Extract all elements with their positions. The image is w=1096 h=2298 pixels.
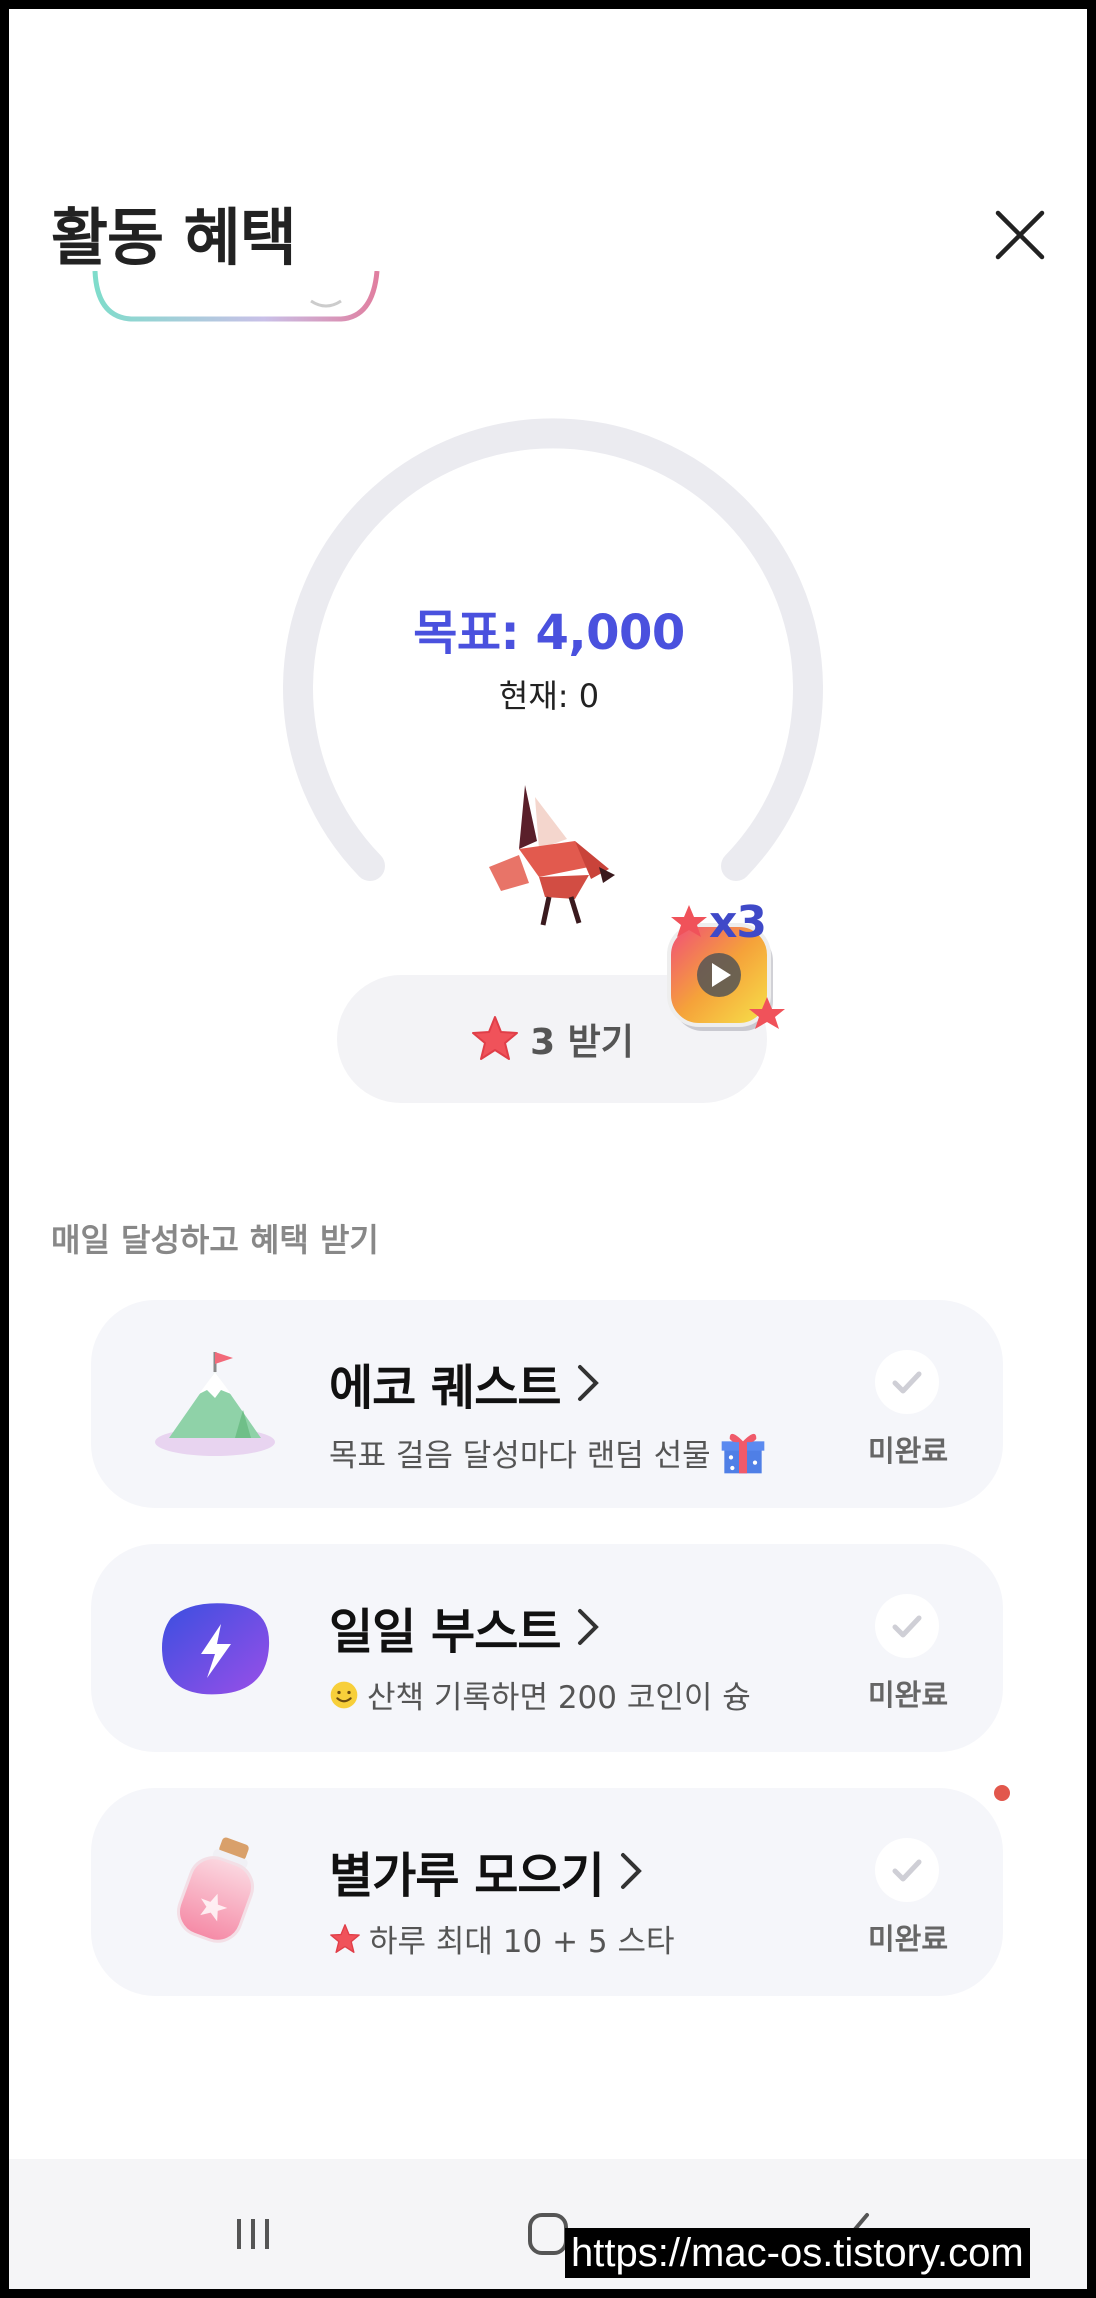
status-label: 미완료 [867, 1922, 949, 1956]
current-text: 현재: 0 [498, 677, 600, 715]
page-title: 활동 혜택 [51, 201, 297, 274]
card-title-text: 일일 부스트 [329, 1604, 562, 1660]
card-title-text: 에코 퀘스트 [329, 1360, 562, 1416]
card-desc-text: 산책 기록하면 200 코인이 슝 [367, 1680, 751, 1716]
star-icon [330, 1923, 360, 1953]
mountain-flag-icon [155, 1352, 275, 1456]
card-daily-boost[interactable]: 일일 부스트 산책 기록하면 200 코인이 슝 미완료 [91, 1544, 1003, 1752]
recent-apps-icon[interactable] [223, 2209, 283, 2259]
card-title: 에코 퀘스트 [329, 1348, 601, 1418]
goal-text: 목표: 4,000 [413, 605, 685, 661]
card-desc: 하루 최대 10 + 5 스타 [329, 1916, 675, 1961]
chevron-right-icon [577, 1609, 599, 1645]
star-icon [472, 1016, 519, 1060]
star-jar-icon [177, 1837, 255, 1943]
card-stardust[interactable]: 별가루 모으기 하루 최대 10 + 5 스타 미완료 [91, 1788, 1003, 1996]
claim-label: 3 받기 [530, 1022, 634, 1063]
section-label: 매일 달성하고 혜택 받기 [51, 1221, 379, 1259]
lightning-icon [162, 1603, 270, 1695]
card-desc-text: 하루 최대 10 + 5 스타 [369, 1924, 675, 1960]
card-title-text: 별가루 모으기 [329, 1848, 605, 1904]
card-title: 별가루 모으기 [329, 1836, 644, 1906]
smiley-icon [330, 1681, 358, 1708]
card-desc-text: 목표 걸음 달성마다 랜덤 선물 [329, 1437, 711, 1474]
close-icon[interactable] [984, 199, 1056, 271]
notification-dot [994, 1785, 1010, 1801]
screen: 활동 혜택 목표: 4,000 현재: 0 3 받기 x3 매일 달성하고 혜택… [9, 9, 1087, 2289]
card-title: 일일 부스트 [329, 1592, 601, 1662]
chevron-right-icon [577, 1365, 599, 1401]
chevron-right-icon [620, 1853, 642, 1889]
gift-icon [721, 1433, 764, 1474]
watermark: https://mac-os.tistory.com [565, 2228, 1030, 2278]
previous-card-edge [92, 271, 380, 322]
status-label: 미완료 [867, 1434, 949, 1468]
card-eco-quest[interactable]: 에코 퀘스트 목표 걸음 달성마다 랜덤 선물 미완료 [91, 1300, 1003, 1508]
ad-multiplier: x3 [709, 897, 767, 948]
fox-mascot [489, 785, 615, 926]
card-desc: 산책 기록하면 200 코인이 슝 [329, 1672, 751, 1717]
status-label: 미완료 [867, 1678, 949, 1712]
check-icon [875, 1350, 939, 1414]
card-desc: 목표 걸음 달성마다 랜덤 선물 [329, 1428, 767, 1476]
check-icon [875, 1594, 939, 1658]
check-icon [875, 1838, 939, 1902]
